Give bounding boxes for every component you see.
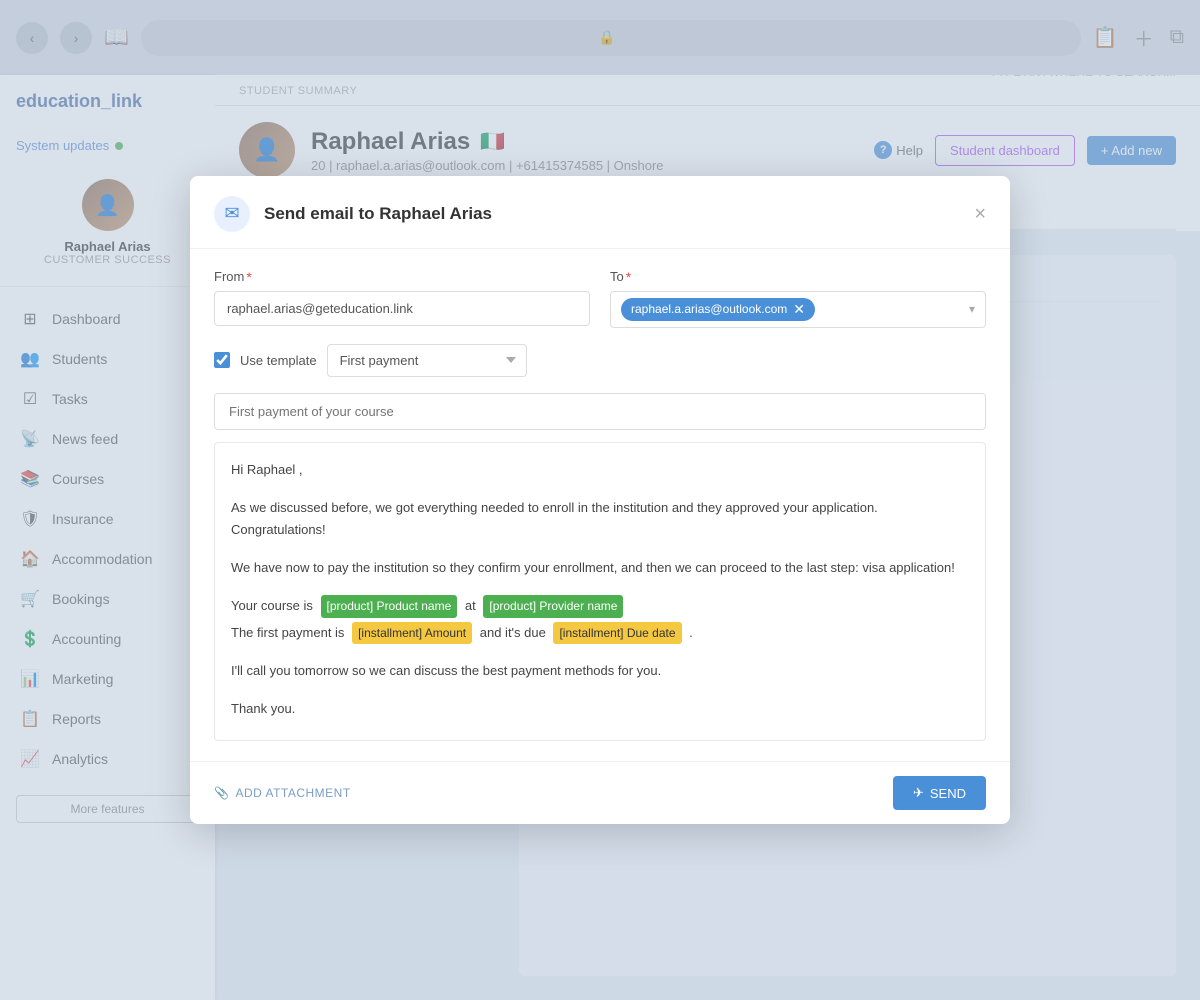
modal-body: From * To * raphael.a.arias@outlook.com …	[190, 249, 1010, 761]
use-template-checkbox[interactable]	[214, 352, 230, 368]
attachment-icon: 📎	[214, 786, 229, 800]
email-tag-remove-button[interactable]: ✕	[793, 301, 805, 318]
email-greeting: Hi Raphael ,	[231, 459, 969, 481]
send-icon: ✈	[913, 785, 924, 801]
to-email-value: raphael.a.arias@outlook.com	[631, 302, 787, 316]
email-payment-line: The first payment is [installment] Amoun…	[231, 622, 969, 644]
add-attachment-button[interactable]: 📎 ADD ATTACHMENT	[214, 786, 351, 800]
email-body[interactable]: Hi Raphael , As we discussed before, we …	[214, 442, 986, 741]
required-indicator: *	[246, 269, 251, 285]
to-dropdown-arrow: ▾	[969, 302, 975, 316]
from-group: From *	[214, 269, 590, 328]
email-course-line: Your course is [product] Product name at…	[231, 595, 969, 617]
subject-input[interactable]	[214, 393, 986, 430]
to-container[interactable]: raphael.a.arias@outlook.com ✕ ▾	[610, 291, 986, 328]
installment-amount-tag: [installment] Amount	[352, 622, 472, 644]
use-template-row: Use template First payment Second paymen…	[214, 344, 986, 377]
installment-due-tag: [installment] Due date	[553, 622, 681, 644]
from-to-row: From * To * raphael.a.arias@outlook.com …	[214, 269, 986, 328]
to-group: To * raphael.a.arias@outlook.com ✕ ▾	[610, 269, 986, 328]
modal-title: Send email to Raphael Arias	[264, 204, 960, 224]
email-para4: I'll call you tomorrow so we can discuss…	[231, 660, 969, 682]
product-name-tag: [product] Product name	[321, 595, 458, 617]
modal-header: ✉ Send email to Raphael Arias ×	[190, 176, 1010, 249]
envelope-icon: ✉	[224, 203, 239, 224]
template-select[interactable]: First payment Second payment Welcome Fol…	[327, 344, 527, 377]
email-modal-icon: ✉	[214, 196, 250, 232]
email-closing: Thank you.	[231, 698, 969, 720]
send-button[interactable]: ✈ SEND	[893, 776, 986, 810]
send-email-modal: ✉ Send email to Raphael Arias × From * T…	[190, 176, 1010, 824]
provider-name-tag: [product] Provider name	[483, 595, 623, 617]
from-input[interactable]	[214, 291, 590, 326]
email-para2: We have now to pay the institution so th…	[231, 557, 969, 579]
use-template-label: Use template	[240, 353, 317, 368]
from-label: From *	[214, 269, 590, 285]
email-para1: As we discussed before, we got everythin…	[231, 497, 969, 541]
to-label: To *	[610, 269, 986, 285]
modal-close-button[interactable]: ×	[974, 204, 986, 224]
required-indicator: *	[626, 269, 631, 285]
modal-footer: 📎 ADD ATTACHMENT ✈ SEND	[190, 761, 1010, 824]
modal-overlay: ✉ Send email to Raphael Arias × From * T…	[0, 0, 1200, 1000]
to-email-tag[interactable]: raphael.a.arias@outlook.com ✕	[621, 298, 815, 321]
